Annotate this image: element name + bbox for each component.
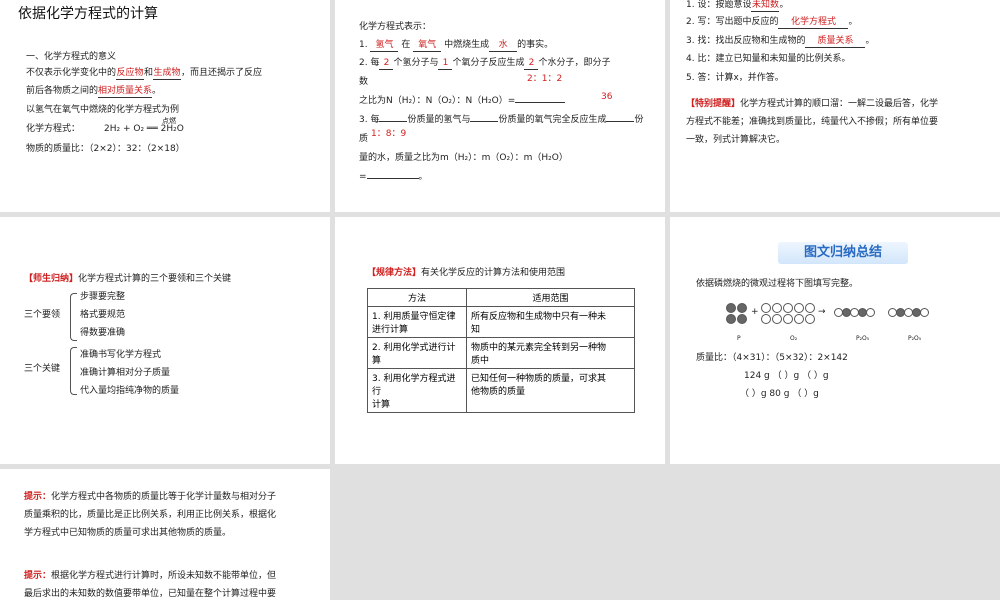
table-row: 1. 利用质量守恒定律 进行计算 所有反应物和生成物中只有一种未知	[367, 306, 635, 338]
text-line: 以氢气在氧气中燃烧的化学方程式为例	[26, 105, 180, 115]
slide-3[interactable]: 1. 设：按题意设未知数。 2. 写：写出题中反应的 化学方程式。 3. 找：找出…	[670, 0, 1000, 212]
hint-line: 学方程式中已知物质的质量可求出其他物质的质量。	[24, 528, 232, 538]
table-header: 适用范围	[466, 288, 635, 307]
text-line: 质	[359, 134, 369, 144]
group-1-item: 得数要准确	[80, 328, 126, 338]
mass-ratio: 物质的质量比：（2×2）：32：（2×18）	[26, 144, 185, 154]
answer-36: 36	[601, 92, 613, 102]
equation: 2H₂ + O₂ ══ 2H₂O	[104, 124, 184, 134]
slide-1[interactable]: 依据化学方程式的计算 一、化学方程式的意义 不仅表示化学变化中的反应物和生成物，…	[0, 0, 330, 212]
tip-line: 【特别提醒】化学方程式计算的顺口溜：一解二设最后答，化学	[686, 99, 939, 109]
step-5: 5. 答：计算x，并作答。	[686, 73, 784, 83]
molecule-label: O₂	[790, 335, 798, 342]
answer-mass-ratio: 1：8：9	[371, 129, 407, 139]
text-line: 3. 每份质量的氢气与 份质量的氧气完全反应生成份	[359, 115, 644, 125]
step-2: 2. 写：写出题中反应的 化学方程式。	[686, 17, 858, 29]
text-line: 化学方程式表示：	[359, 22, 432, 32]
table-row: 3. 利用化学方程式进行 计算 已知任何一种物质的质量，可求其 他物质的质量	[367, 368, 635, 413]
slide-5[interactable]: 【规律方法】有关化学反应的计算方法和使用范围 方法 适用范围 1. 利用质量守恒…	[335, 217, 665, 464]
text-line: 1. 氢气 在 氧气 中燃烧生成水的事实。	[359, 40, 554, 52]
plus-sign: +	[751, 307, 759, 317]
arrow-icon: →	[818, 307, 826, 317]
group-label-2: 三个关键	[24, 364, 61, 374]
text-line: 前后各物质之间的相对质量关系。	[26, 86, 162, 98]
slide-7[interactable]: 提示：化学方程式中各物质的质量比等于化学计量数与相对分子 质量乘积的比，质量比是…	[0, 469, 330, 600]
answer-ratio: 2：1：2	[527, 74, 563, 84]
summary-heading: 【师生归纳】化学方程式计算的三个要领和三个关键	[24, 274, 232, 284]
mass-ratio: 质量比：（4×31）：（5×32）：2×142	[696, 353, 848, 363]
slide-6[interactable]: 图文归纳总结 依据磷燃烧的微观过程将下图填写完整。 + → P O₂ P₂O₅ …	[670, 217, 1000, 464]
group-2-item: 代入量均指纯净物的质量	[80, 386, 180, 396]
section-heading: 一、化学方程式的意义	[26, 52, 117, 62]
instruction: 依据磷燃烧的微观过程将下图填写完整。	[696, 279, 859, 289]
tip-line: 方程式不能差；准确找到质量比，纯量代入不掺假；所有单位要	[686, 117, 939, 127]
hint-line: 提示：化学方程式中各物质的质量比等于化学计量数与相对分子	[24, 492, 277, 502]
slide-title: 依据化学方程式的计算	[18, 6, 158, 22]
group-1-item: 格式要规范	[80, 310, 126, 320]
group-2-item: 准确计算相对分子质量	[80, 368, 171, 378]
molecule-label: P₂O₅	[856, 335, 870, 342]
molecule-diagram: + →	[726, 303, 986, 333]
molecule-label: P	[737, 335, 741, 342]
table-header: 方法	[367, 288, 467, 307]
group-1-item: 步骤要完整	[80, 292, 126, 302]
group-label-1: 三个要领	[24, 310, 61, 320]
slide-2[interactable]: 化学方程式表示： 1. 氢气 在 氧气 中燃烧生成水的事实。 2. 每 2 个氢分子…	[335, 0, 665, 212]
text-line: 数	[359, 77, 369, 87]
molecule-label: P₂O₅	[908, 335, 922, 342]
mass-row: 124 g （ ）g （ ）g	[744, 371, 829, 381]
equation-label: 化学方程式：	[26, 124, 81, 134]
hint-line: 最后求出的未知数的数值要带单位，已知量在整个计算过程中要	[24, 589, 277, 599]
step-3: 3. 找：找出反应物和生成物的 质量关系。	[686, 36, 875, 48]
text-line: 量的水，质量之比为m（H₂）：m（O₂）：m（H₂O）	[359, 153, 568, 163]
mass-row: （ ）g 80 g （ ）g	[740, 389, 819, 399]
text-line: 2. 每 2 个氢分子与 1 个氧分子反应生成 2 个水分子，即分子	[359, 58, 611, 70]
text-line: 不仅表示化学变化中的反应物和生成物，而且还揭示了反应	[26, 68, 263, 80]
brace	[70, 347, 77, 395]
table-row: 2. 利用化学式进行计算 物质中的某元素完全转到另一种物 质中	[367, 337, 635, 369]
group-2-item: 准确书写化学方程式	[80, 350, 162, 360]
step-1: 1. 设：按题意设未知数。	[686, 0, 789, 12]
hint-line: 质量乘积的比，质量比是正比例关系，利用正比例关系，根据化	[24, 510, 277, 520]
methods-table: 方法 适用范围 1. 利用质量守恒定律 进行计算 所有反应物和生成物中只有一种未知…	[367, 288, 635, 413]
text-line: 之比为N（H₂）：N（O₂）：N（H₂O）=	[359, 96, 566, 107]
summary-banner: 图文归纳总结	[778, 242, 908, 264]
tip-line: 一致，列式计算解决它。	[686, 135, 786, 145]
slide-4[interactable]: 【师生归纳】化学方程式计算的三个要领和三个关键 三个要领 步骤要完整 格式要规范…	[0, 217, 330, 464]
step-4: 4. 比：建立已知量和未知量的比例关系。	[686, 54, 851, 64]
hint-line: 提示：根据化学方程式进行计算时，所设未知数不能带单位，但	[24, 571, 277, 581]
method-heading: 【规律方法】有关化学反应的计算方法和使用范围	[367, 268, 566, 278]
brace	[70, 293, 77, 341]
text-line: =。	[359, 172, 428, 182]
